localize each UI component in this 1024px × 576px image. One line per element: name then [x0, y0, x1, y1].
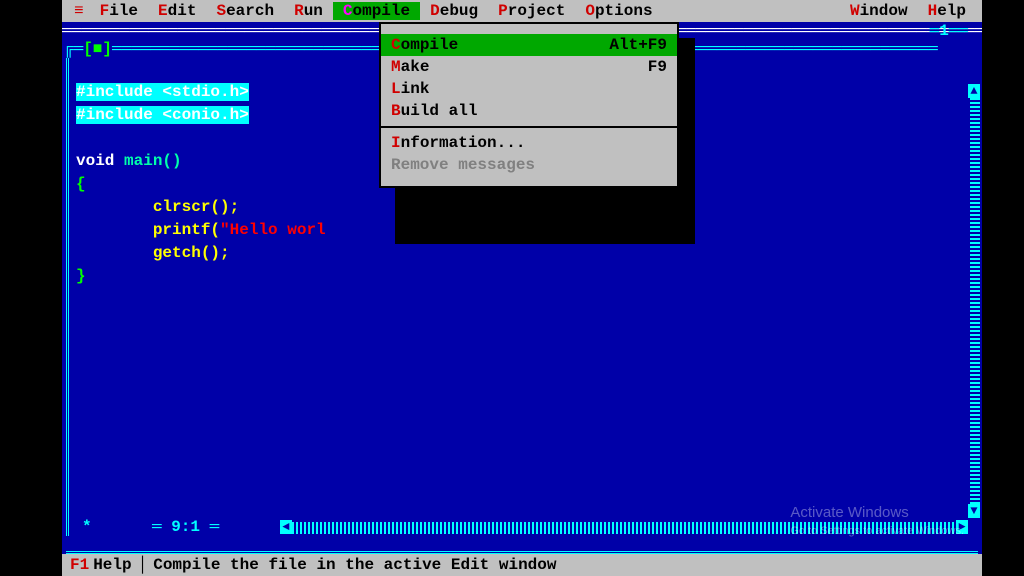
statusbar-hint: Compile the file in the active Edit wind… — [153, 556, 556, 574]
code-string-hello: "Hello worl — [220, 221, 326, 239]
code-line-include-1: #include <stdio.h> — [76, 83, 249, 101]
dropdown-make[interactable]: Make F9 — [381, 56, 677, 78]
modified-indicator: * — [82, 518, 92, 536]
menu-help[interactable]: Help — [918, 2, 976, 20]
code-brace-open: { — [76, 175, 86, 193]
code-fn-main: main() — [114, 152, 181, 170]
menu-debug[interactable]: Debug — [420, 2, 488, 20]
dropdown-remove-messages: Remove messages — [381, 154, 677, 176]
system-menu-icon[interactable]: ≡ — [68, 2, 90, 20]
dropdown-compile[interactable]: Compile Alt+F9 — [381, 34, 677, 56]
shortcut-label: F9 — [648, 58, 667, 76]
code-line-printf: printf( — [76, 221, 220, 239]
dropdown-separator — [381, 126, 677, 128]
statusbar-help-label[interactable]: Help — [93, 556, 131, 574]
menu-project[interactable]: Project — [488, 2, 575, 20]
window-number-1: ═1══ — [930, 22, 968, 40]
cursor-position: ═ 9:1 ═ — [152, 518, 219, 536]
code-brace-close: } — [76, 267, 86, 285]
menu-edit[interactable]: Edit — [148, 2, 206, 20]
scroll-left-icon[interactable]: ◄ — [280, 520, 292, 534]
menu-compile[interactable]: Compile — [333, 2, 420, 20]
code-line-getch: getch(); — [76, 244, 230, 262]
statusbar-help-key[interactable]: F1 — [70, 556, 89, 574]
code-line-clrscr: clrscr(); — [76, 198, 239, 216]
menu-run[interactable]: Run — [284, 2, 333, 20]
compile-dropdown: Compile Alt+F9 Make F9 Link Build all In… — [379, 22, 679, 188]
frame-left-line — [66, 58, 74, 536]
code-line-include-2: #include <conio.h> — [76, 106, 249, 124]
scroll-down-icon[interactable]: ▼ — [968, 504, 980, 518]
close-icon[interactable]: [■] — [83, 40, 112, 58]
menu-options[interactable]: Options — [575, 2, 662, 20]
dropdown-build-all[interactable]: Build all — [381, 100, 677, 122]
statusbar: F1 Help │ Compile the file in the active… — [62, 554, 982, 576]
scrollbar-vertical[interactable] — [970, 98, 980, 516]
menu-file[interactable]: File — [90, 2, 148, 20]
dropdown-link[interactable]: Link — [381, 78, 677, 100]
scroll-up-icon[interactable]: ▲ — [968, 84, 980, 98]
activate-windows-watermark: Activate Windows Go to Settings to activ… — [790, 504, 964, 540]
dropdown-information[interactable]: Information... — [381, 132, 677, 154]
menubar: ≡ File Edit Search Run Compile Debug Pro… — [62, 0, 982, 22]
menu-window[interactable]: Window — [840, 2, 918, 20]
code-keyword-void: void — [76, 152, 114, 170]
menu-search[interactable]: Search — [206, 2, 284, 20]
shortcut-label: Alt+F9 — [609, 36, 667, 54]
